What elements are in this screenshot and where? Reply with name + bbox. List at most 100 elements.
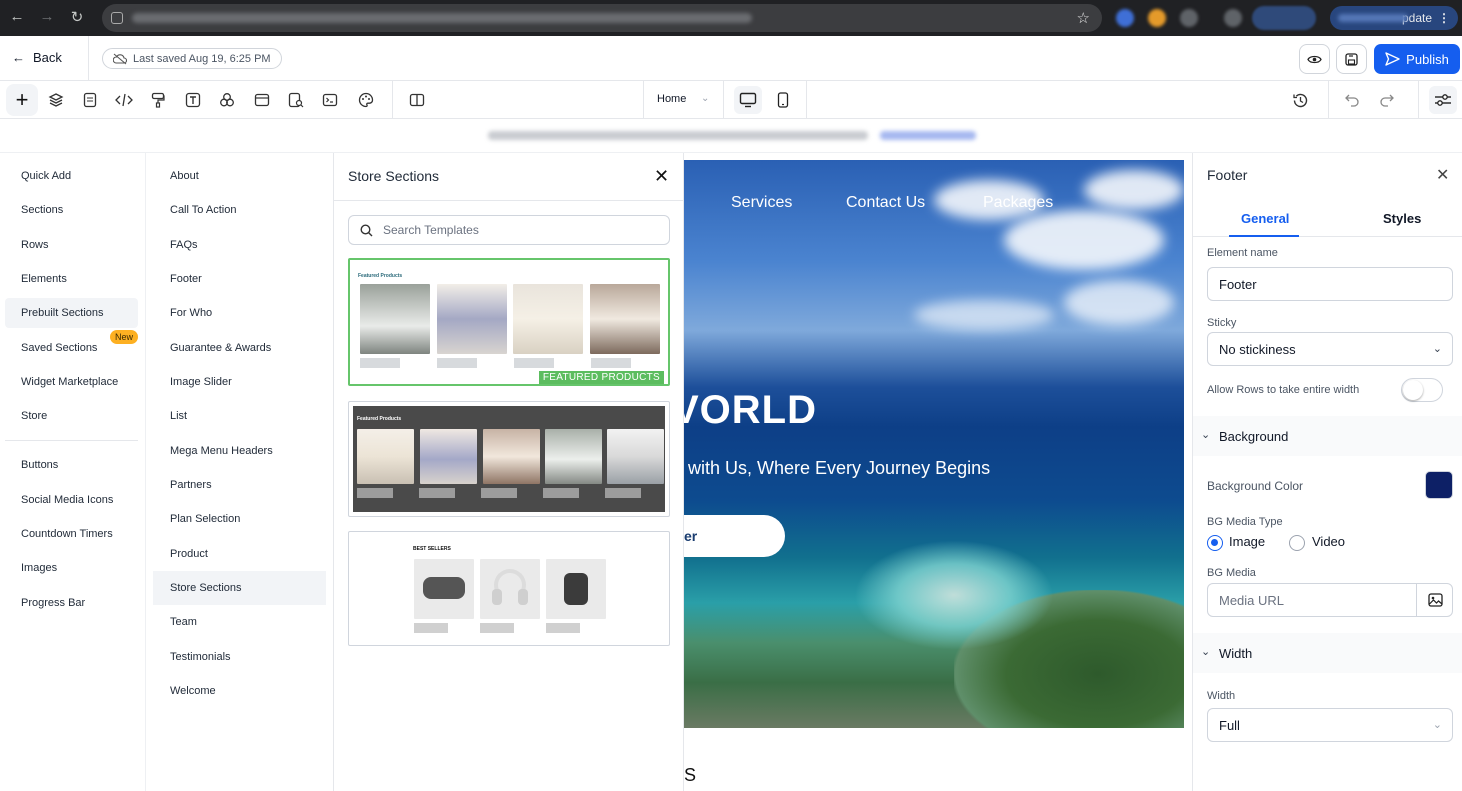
terminal-icon[interactable] <box>319 89 341 111</box>
menu-item-progress-bar[interactable]: Progress Bar <box>5 588 138 618</box>
code-icon[interactable] <box>113 89 135 111</box>
page-canvas[interactable]: Services Contact Us Packages VORLD with … <box>684 153 1192 791</box>
extension-icon[interactable] <box>1180 9 1198 27</box>
media-url-input[interactable]: Media URL <box>1207 583 1453 617</box>
menu-item-images[interactable]: Images <box>5 553 138 583</box>
nav-link-packages[interactable]: Packages <box>983 194 1053 212</box>
section-item-testimonials[interactable]: Testimonials <box>153 640 326 674</box>
settings-sliders-button[interactable] <box>1429 86 1457 114</box>
publish-button[interactable]: Publish <box>1374 44 1460 74</box>
bookmark-star-icon[interactable]: ☆ <box>1077 9 1090 27</box>
divider <box>1328 81 1329 119</box>
menu-item-quick-add[interactable]: Quick Add <box>5 161 138 191</box>
background-color-swatch[interactable] <box>1425 471 1453 499</box>
radio-video-label[interactable]: Video <box>1312 534 1345 549</box>
close-icon[interactable]: ✕ <box>1436 165 1449 185</box>
section-item-image-slider[interactable]: Image Slider <box>153 365 326 399</box>
section-item-welcome[interactable]: Welcome <box>153 674 326 708</box>
template-card-featured-products-light[interactable]: Featured Products FEATURED PRODUCTS <box>348 258 670 386</box>
layout-icon[interactable] <box>251 89 273 111</box>
tab-general[interactable]: General <box>1241 211 1289 226</box>
radio-video[interactable] <box>1289 535 1305 551</box>
search-templates-input[interactable]: Search Templates <box>348 215 670 245</box>
menu-item-sections[interactable]: Sections <box>5 195 138 225</box>
address-bar[interactable]: ☆ <box>102 4 1102 32</box>
nav-link-services[interactable]: Services <box>731 194 792 212</box>
template-card-featured-products-dark[interactable]: Featured Products <box>348 401 670 517</box>
back-button[interactable]: ← Back <box>12 50 62 65</box>
kebab-menu-icon[interactable]: ⋮ <box>1438 11 1450 25</box>
nav-link-contact-us[interactable]: Contact Us <box>846 194 925 212</box>
menu-item-widget-marketplace[interactable]: Widget Marketplace <box>5 367 138 397</box>
section-item-plan-selection[interactable]: Plan Selection <box>153 502 326 536</box>
section-item-mega-menu-headers[interactable]: Mega Menu Headers <box>153 434 326 468</box>
desktop-view-button[interactable] <box>734 86 762 114</box>
history-icon[interactable] <box>1289 89 1311 111</box>
width-section-header[interactable]: ⌄ Width <box>1193 633 1462 673</box>
components-icon[interactable] <box>216 89 238 111</box>
element-name-input[interactable]: Footer <box>1207 267 1453 301</box>
paint-roller-icon[interactable] <box>147 89 169 111</box>
pages-icon[interactable] <box>79 89 101 111</box>
close-icon[interactable]: ✕ <box>654 166 669 187</box>
extension-icon[interactable] <box>1116 9 1134 27</box>
typography-icon[interactable] <box>182 89 204 111</box>
mobile-view-button[interactable] <box>769 86 797 114</box>
background-section-header[interactable]: ⌄ Background <box>1193 416 1462 456</box>
background-color-label: Background Color <box>1207 479 1304 493</box>
redo-icon[interactable] <box>1376 89 1398 111</box>
extension-icon[interactable] <box>1148 9 1166 27</box>
section-item-faqs[interactable]: FAQs <box>153 228 326 262</box>
hero-section[interactable]: Services Contact Us Packages VORLD with … <box>684 160 1184 728</box>
preview-button[interactable] <box>1299 44 1330 74</box>
template-card-best-sellers[interactable]: BEST SELLERS <box>348 531 670 646</box>
menu-item-rows[interactable]: Rows <box>5 230 138 260</box>
cloud-off-icon <box>113 53 127 64</box>
menu-item-store[interactable]: Store <box>5 401 138 431</box>
radio-image[interactable] <box>1207 535 1223 551</box>
profile-avatar[interactable] <box>1252 6 1316 30</box>
sticky-select[interactable]: No stickiness ⌄ <box>1207 332 1453 366</box>
save-button[interactable] <box>1336 44 1367 74</box>
browser-forward-icon[interactable]: → <box>32 8 62 25</box>
menu-item-buttons[interactable]: Buttons <box>5 450 138 480</box>
section-item-about[interactable]: About <box>153 159 326 193</box>
section-item-for-who[interactable]: For Who <box>153 296 326 330</box>
section-item-call-to-action[interactable]: Call To Action <box>153 193 326 227</box>
product-thumbnail <box>437 284 507 354</box>
undo-icon[interactable] <box>1341 89 1363 111</box>
seo-search-icon[interactable] <box>285 89 307 111</box>
section-item-footer[interactable]: Footer <box>153 262 326 296</box>
section-item-guarantee-awards[interactable]: Guarantee & Awards <box>153 331 326 365</box>
section-item-product[interactable]: Product <box>153 537 326 571</box>
section-item-store-sections[interactable]: Store Sections <box>153 571 326 605</box>
connect-domain-link-blurred[interactable] <box>880 131 976 140</box>
allow-rows-toggle[interactable] <box>1401 378 1443 402</box>
section-item-list[interactable]: List <box>153 399 326 433</box>
product-thumbnail <box>420 429 477 484</box>
add-element-button[interactable]: + <box>6 84 38 116</box>
section-item-partners[interactable]: Partners <box>153 468 326 502</box>
store-sections-panel: Store Sections ✕ Search Templates Featur… <box>334 153 684 791</box>
browser-back-icon[interactable]: ← <box>2 8 32 25</box>
browser-reload-icon[interactable]: ↻ <box>62 8 92 26</box>
image-picker-button[interactable] <box>1416 583 1454 617</box>
menu-item-elements[interactable]: Elements <box>5 264 138 294</box>
relaunch-update-button[interactable]: pdate ⋮ <box>1330 6 1458 30</box>
menu-item-social-media-icons[interactable]: Social Media Icons <box>5 485 138 515</box>
split-view-icon[interactable] <box>406 89 428 111</box>
page-select[interactable]: Home ⌄ <box>657 93 709 105</box>
menu-item-prebuilt-sections[interactable]: Prebuilt Sections <box>5 298 138 328</box>
palette-icon[interactable] <box>355 89 377 111</box>
tab-styles[interactable]: Styles <box>1383 211 1421 226</box>
layers-icon[interactable] <box>45 89 67 111</box>
hero-cta-button[interactable]: er <box>684 515 785 557</box>
radio-image-label[interactable]: Image <box>1229 534 1265 549</box>
product-thumbnail <box>513 284 583 354</box>
site-info-icon[interactable] <box>111 12 123 24</box>
width-select[interactable]: Full ⌄ <box>1207 708 1453 742</box>
menu-item-countdown-timers[interactable]: Countdown Timers <box>5 519 138 549</box>
address-url-blurred <box>132 13 752 23</box>
extension-icon[interactable] <box>1224 9 1242 27</box>
section-item-team[interactable]: Team <box>153 605 326 639</box>
